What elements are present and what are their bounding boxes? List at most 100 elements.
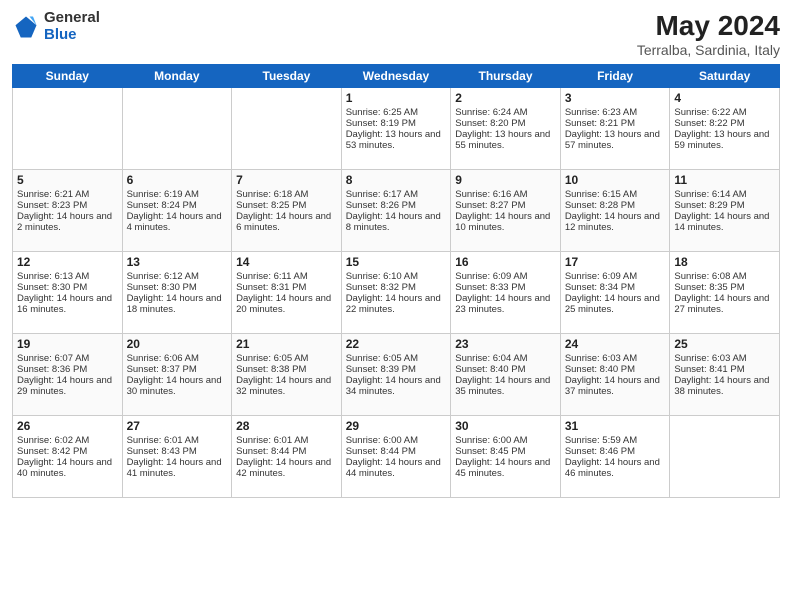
sunset-text: Sunset: 8:36 PM	[17, 364, 118, 375]
day-number: 20	[127, 337, 228, 351]
sunrise-text: Sunrise: 6:23 AM	[565, 107, 666, 118]
sunset-text: Sunset: 8:46 PM	[565, 446, 666, 457]
calendar-cell: 17Sunrise: 6:09 AMSunset: 8:34 PMDayligh…	[560, 252, 670, 334]
daylight-text: Daylight: 14 hours and 23 minutes.	[455, 293, 556, 315]
sunset-text: Sunset: 8:43 PM	[127, 446, 228, 457]
calendar-cell: 21Sunrise: 6:05 AMSunset: 8:38 PMDayligh…	[232, 334, 342, 416]
sunset-text: Sunset: 8:40 PM	[565, 364, 666, 375]
sunset-text: Sunset: 8:33 PM	[455, 282, 556, 293]
daylight-text: Daylight: 13 hours and 53 minutes.	[346, 129, 447, 151]
day-number: 25	[674, 337, 775, 351]
header: General Blue May 2024 Terralba, Sardinia…	[12, 10, 780, 58]
calendar-cell: 20Sunrise: 6:06 AMSunset: 8:37 PMDayligh…	[122, 334, 232, 416]
calendar-cell: 14Sunrise: 6:11 AMSunset: 8:31 PMDayligh…	[232, 252, 342, 334]
calendar-cell: 9Sunrise: 6:16 AMSunset: 8:27 PMDaylight…	[451, 170, 561, 252]
sunrise-text: Sunrise: 6:14 AM	[674, 189, 775, 200]
sunrise-text: Sunrise: 6:08 AM	[674, 271, 775, 282]
daylight-text: Daylight: 14 hours and 35 minutes.	[455, 375, 556, 397]
day-header-friday: Friday	[560, 65, 670, 88]
day-header-saturday: Saturday	[670, 65, 780, 88]
sunset-text: Sunset: 8:42 PM	[17, 446, 118, 457]
sunset-text: Sunset: 8:34 PM	[565, 282, 666, 293]
sunrise-text: Sunrise: 6:05 AM	[346, 353, 447, 364]
sunset-text: Sunset: 8:35 PM	[674, 282, 775, 293]
day-number: 29	[346, 419, 447, 433]
sunrise-text: Sunrise: 6:03 AM	[674, 353, 775, 364]
sunrise-text: Sunrise: 6:04 AM	[455, 353, 556, 364]
day-number: 22	[346, 337, 447, 351]
daylight-text: Daylight: 14 hours and 18 minutes.	[127, 293, 228, 315]
day-number: 2	[455, 91, 556, 105]
daylight-text: Daylight: 14 hours and 14 minutes.	[674, 211, 775, 233]
sunrise-text: Sunrise: 5:59 AM	[565, 435, 666, 446]
daylight-text: Daylight: 14 hours and 27 minutes.	[674, 293, 775, 315]
calendar-cell: 16 Sunrise: 6:09 AMSunset: 8:33 PMDayligh…	[451, 252, 561, 334]
day-number: 6	[127, 173, 228, 187]
calendar-cell: 30Sunrise: 6:00 AMSunset: 8:45 PMDayligh…	[451, 416, 561, 498]
sunrise-text: Sunrise: 6:25 AM	[346, 107, 447, 118]
sunset-text: Sunset: 8:20 PM	[455, 118, 556, 129]
sunset-text: Sunset: 8:40 PM	[455, 364, 556, 375]
day-header-sunday: Sunday	[13, 65, 123, 88]
calendar-cell: 8Sunrise: 6:17 AMSunset: 8:26 PMDaylight…	[341, 170, 451, 252]
sunrise-text: Sunrise: 6:00 AM	[346, 435, 447, 446]
day-number: 5	[17, 173, 118, 187]
sunrise-text: Sunrise: 6:07 AM	[17, 353, 118, 364]
sunset-text: Sunset: 8:37 PM	[127, 364, 228, 375]
calendar-cell: 3Sunrise: 6:23 AMSunset: 8:21 PMDaylight…	[560, 88, 670, 170]
daylight-text: Daylight: 14 hours and 34 minutes.	[346, 375, 447, 397]
sunrise-text: Sunrise: 6:13 AM	[17, 271, 118, 282]
sunrise-text: Sunrise: 6:03 AM	[565, 353, 666, 364]
day-header-thursday: Thursday	[451, 65, 561, 88]
day-number: 12	[17, 255, 118, 269]
calendar-cell: 1 Sunrise: 6:25 AMSunset: 8:19 PMDaylight…	[341, 88, 451, 170]
calendar-cell	[122, 88, 232, 170]
daylight-text: Daylight: 14 hours and 30 minutes.	[127, 375, 228, 397]
day-number: 24	[565, 337, 666, 351]
day-number: 31	[565, 419, 666, 433]
day-number: 11	[674, 173, 775, 187]
day-number: 1	[346, 91, 447, 105]
calendar-cell: 11Sunrise: 6:14 AMSunset: 8:29 PMDayligh…	[670, 170, 780, 252]
daylight-text: Daylight: 14 hours and 6 minutes.	[236, 211, 337, 233]
calendar-cell	[670, 416, 780, 498]
sunset-text: Sunset: 8:45 PM	[455, 446, 556, 457]
calendar-cell: 7Sunrise: 6:18 AMSunset: 8:25 PMDaylight…	[232, 170, 342, 252]
week-row-3: 12Sunrise: 6:13 AMSunset: 8:30 PMDayligh…	[13, 252, 780, 334]
logo-icon	[12, 13, 40, 41]
day-number: 15	[346, 255, 447, 269]
day-number: 19	[17, 337, 118, 351]
calendar-cell: 4Sunrise: 6:22 AMSunset: 8:22 PMDaylight…	[670, 88, 780, 170]
calendar-cell	[232, 88, 342, 170]
calendar-subtitle: Terralba, Sardinia, Italy	[637, 42, 780, 58]
week-row-5: 26 Sunrise: 6:02 AMSunset: 8:42 PMDayligh…	[13, 416, 780, 498]
sunrise-text: Sunrise: 6:02 AM	[17, 435, 118, 446]
sunset-text: Sunset: 8:44 PM	[346, 446, 447, 457]
calendar-cell: 27Sunrise: 6:01 AMSunset: 8:43 PMDayligh…	[122, 416, 232, 498]
day-number: 23	[455, 337, 556, 351]
sunset-text: Sunset: 8:19 PM	[346, 118, 447, 129]
sunset-text: Sunset: 8:38 PM	[236, 364, 337, 375]
sunrise-text: Sunrise: 6:21 AM	[17, 189, 118, 200]
day-header-wednesday: Wednesday	[341, 65, 451, 88]
daylight-text: Daylight: 14 hours and 8 minutes.	[346, 211, 447, 233]
day-number: 16	[455, 255, 556, 269]
sunset-text: Sunset: 8:28 PM	[565, 200, 666, 211]
calendar-cell: 23 Sunrise: 6:04 AMSunset: 8:40 PMDayligh…	[451, 334, 561, 416]
daylight-text: Daylight: 14 hours and 40 minutes.	[17, 457, 118, 479]
logo-general: General	[44, 10, 100, 27]
sunrise-text: Sunrise: 6:09 AM	[455, 271, 556, 282]
header-row: SundayMondayTuesdayWednesdayThursdayFrid…	[13, 65, 780, 88]
sunrise-text: Sunrise: 6:18 AM	[236, 189, 337, 200]
calendar-cell: 19Sunrise: 6:07 AMSunset: 8:36 PMDayligh…	[13, 334, 123, 416]
sunrise-text: Sunrise: 6:17 AM	[346, 189, 447, 200]
calendar-cell: 31Sunrise: 5:59 AMSunset: 8:46 PMDayligh…	[560, 416, 670, 498]
calendar-cell: 24Sunrise: 6:03 AMSunset: 8:40 PMDayligh…	[560, 334, 670, 416]
sunset-text: Sunset: 8:22 PM	[674, 118, 775, 129]
daylight-text: Daylight: 14 hours and 10 minutes.	[455, 211, 556, 233]
calendar-cell: 15Sunrise: 6:10 AMSunset: 8:32 PMDayligh…	[341, 252, 451, 334]
day-number: 26	[17, 419, 118, 433]
week-row-1: 1Sunrise: 6:25 AMSunset: 8:19 PMDaylight…	[13, 88, 780, 170]
daylight-text: Daylight: 13 hours and 59 minutes.	[674, 129, 775, 151]
day-number: 17	[565, 255, 666, 269]
